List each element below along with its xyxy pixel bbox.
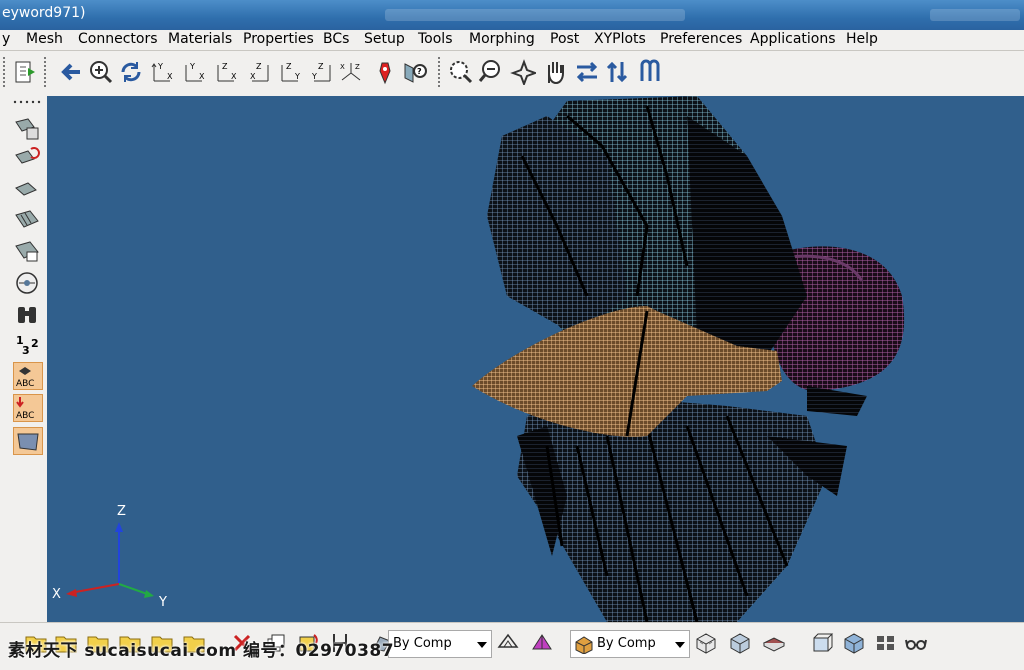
graphics-viewport[interactable]: Z X Y xyxy=(47,96,1024,622)
view-iso2-icon[interactable]: XZ xyxy=(338,59,364,85)
blurred-title-text xyxy=(385,9,685,21)
axis-y-label: Y xyxy=(159,595,167,610)
glasses-icon[interactable] xyxy=(904,631,928,655)
label-elements-icon[interactable]: ABC xyxy=(13,362,43,390)
view-iso-icon[interactable]: ZY xyxy=(308,59,334,85)
grid-icon[interactable] xyxy=(874,631,898,655)
chevron-down-icon[interactable] xyxy=(671,631,689,657)
svg-text:Y: Y xyxy=(294,72,300,81)
rotate-center-icon[interactable] xyxy=(510,59,536,85)
toolbar-separator xyxy=(44,57,48,87)
mesh-model xyxy=(472,96,905,622)
axis-z-label: Z xyxy=(117,504,126,519)
shrink-icon[interactable] xyxy=(728,631,752,655)
reverse-mask-icon[interactable] xyxy=(13,176,41,202)
axis-triad xyxy=(66,522,154,598)
find-attached-icon[interactable] xyxy=(13,238,41,264)
shaded-icon[interactable] xyxy=(13,270,41,296)
menu-bar: y Mesh Connectors Materials Properties B… xyxy=(0,30,1024,51)
numbering-icon[interactable]: 132 xyxy=(13,332,41,358)
view-yz-icon[interactable]: ZX xyxy=(246,59,272,85)
svg-text:Y: Y xyxy=(157,62,163,71)
toolbar-separator xyxy=(438,57,442,87)
blurred-window-controls xyxy=(930,9,1020,21)
watermark: 素材天下 sucaisucai.com 编号：02970387 xyxy=(8,641,395,661)
svg-text:Z: Z xyxy=(222,62,228,71)
menu-connectors[interactable]: Connectors xyxy=(78,31,158,47)
svg-text:3: 3 xyxy=(22,344,30,357)
cube-icon[interactable] xyxy=(842,631,866,655)
color-picker-icon[interactable] xyxy=(372,59,398,85)
find-icon[interactable]: ? xyxy=(402,59,428,85)
svg-text:2: 2 xyxy=(31,337,39,350)
shaded-elements-icon[interactable] xyxy=(530,631,554,655)
menu-morphing[interactable]: Morphing xyxy=(469,31,535,47)
svg-text:Z: Z xyxy=(286,62,292,71)
axis-x-label: X xyxy=(52,587,61,602)
menu-tools[interactable]: Tools xyxy=(418,31,453,47)
flip-icon[interactable] xyxy=(636,59,662,85)
svg-text:ABC: ABC xyxy=(16,379,34,389)
svg-text:X: X xyxy=(231,72,237,81)
label-nodes-icon[interactable]: ABC xyxy=(13,394,43,422)
swap-horizontal-icon[interactable] xyxy=(574,59,600,85)
menu-mesh[interactable]: Mesh xyxy=(26,31,63,47)
top-toolbar: YX YX ZX ZX ZY ZY XZ ? xyxy=(0,51,1024,96)
view-zy-icon[interactable]: ZY xyxy=(278,59,304,85)
color-by-comp-icon xyxy=(575,636,593,654)
menu-properties[interactable]: Properties xyxy=(243,31,314,47)
chevron-down-icon[interactable] xyxy=(473,631,491,657)
svg-text:ABC: ABC xyxy=(16,411,34,421)
svg-text:?: ? xyxy=(417,67,422,76)
export-icon[interactable] xyxy=(12,59,38,85)
menu-applications[interactable]: Applications xyxy=(750,31,836,47)
zoom-out-icon[interactable] xyxy=(478,59,504,85)
show-elements-icon[interactable] xyxy=(13,207,41,233)
svg-text:Z: Z xyxy=(355,63,360,71)
color-mode-value-2: By Comp xyxy=(597,636,656,651)
menu-post[interactable]: Post xyxy=(550,31,579,47)
svg-text:Z: Z xyxy=(318,62,324,71)
arrow-left-icon[interactable] xyxy=(58,59,84,85)
menu-help[interactable]: Help xyxy=(846,31,878,47)
view-xy-icon[interactable]: YX xyxy=(150,59,176,85)
component-color-icon[interactable] xyxy=(13,427,43,455)
svg-text:X: X xyxy=(199,72,205,81)
view-zx-icon[interactable]: ZX xyxy=(214,59,240,85)
svg-text:X: X xyxy=(250,72,256,81)
view-xz-icon[interactable]: YX xyxy=(182,59,208,85)
svg-text:X: X xyxy=(167,72,173,81)
svg-text:Y: Y xyxy=(189,62,195,71)
color-mode-select-1[interactable]: By Comp xyxy=(388,630,492,658)
menu-preferences[interactable]: Preferences xyxy=(660,31,742,47)
wireframe-icon[interactable] xyxy=(496,631,520,655)
menu-materials[interactable]: Materials xyxy=(168,31,232,47)
title-bar: eyword971) xyxy=(0,0,1024,30)
menu-xyplots[interactable]: XYPlots xyxy=(594,31,646,47)
color-mode-value-1: By Comp xyxy=(393,636,452,651)
menu-bcs[interactable]: BCs xyxy=(323,31,349,47)
pan-hand-icon[interactable] xyxy=(542,59,568,85)
zoom-window-icon[interactable] xyxy=(448,59,474,85)
svg-text:X: X xyxy=(340,63,345,71)
feature-lines-icon[interactable] xyxy=(694,631,718,655)
swap-vertical-icon[interactable] xyxy=(604,59,630,85)
unmask-elements-icon[interactable] xyxy=(13,145,41,171)
zoom-fit-icon[interactable] xyxy=(88,59,114,85)
menu-partial[interactable]: y xyxy=(2,31,10,47)
mask-elements-icon[interactable] xyxy=(13,116,41,142)
toolbar-separator xyxy=(3,57,7,87)
window-title: eyword971) xyxy=(2,5,86,21)
menu-setup[interactable]: Setup xyxy=(364,31,405,47)
dots-handle-icon[interactable] xyxy=(13,99,43,105)
color-mode-select-2[interactable]: By Comp xyxy=(570,630,690,658)
left-toolbar: 132 ABC ABC xyxy=(0,96,47,622)
svg-text:Y: Y xyxy=(311,72,317,81)
binoculars-icon[interactable] xyxy=(13,301,41,327)
cube-outline-icon[interactable] xyxy=(810,631,834,655)
rotate-icon[interactable] xyxy=(118,59,144,85)
svg-text:Z: Z xyxy=(256,62,262,71)
box-icon[interactable] xyxy=(762,631,786,655)
